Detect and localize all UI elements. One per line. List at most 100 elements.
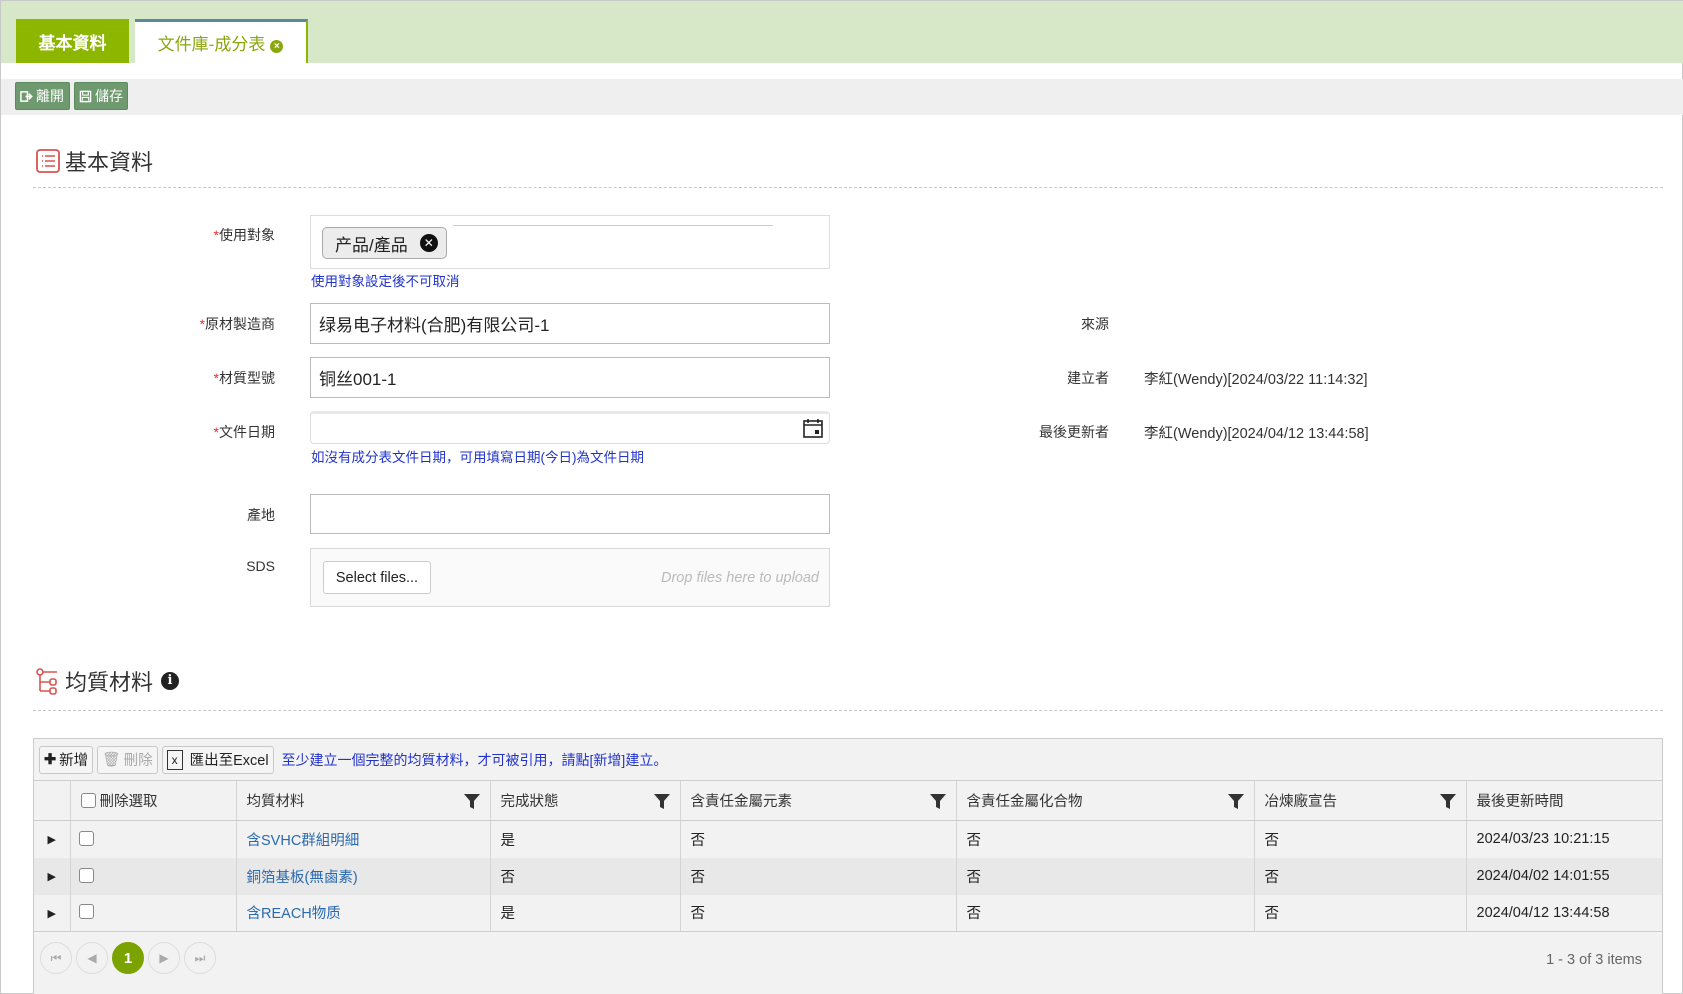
row-checkbox[interactable] — [78, 830, 94, 846]
tab-basic-info[interactable]: 基本資料 — [16, 19, 129, 63]
input-line — [453, 225, 773, 226]
updated-cell: 2024/04/02 14:01:55 — [1465, 857, 1662, 895]
filter-icon[interactable] — [1439, 793, 1456, 809]
table-header-row: 刪除選取 均質材料 完成狀態 含責任金屬元素 含責任金屬化合物 冶煉廠宣告 最後… — [34, 780, 1662, 821]
toolbar: 離開 儲存 — [1, 79, 1683, 115]
expand-row-icon[interactable]: ▶ — [48, 871, 56, 883]
row-checkbox[interactable] — [78, 904, 94, 920]
complete-cell: 是 — [489, 894, 680, 932]
smelter-cell: 否 — [1253, 820, 1466, 858]
info-icon[interactable]: i — [161, 672, 180, 690]
smelter-cell: 否 — [1253, 857, 1466, 895]
materials-table: 刪除選取 均質材料 完成狀態 含責任金屬元素 含責任金屬化合物 冶煉廠宣告 最後… — [34, 780, 1662, 932]
complete-cell: 是 — [489, 820, 680, 858]
column-header-delete-select[interactable]: 刪除選取 — [69, 780, 236, 821]
materials-grid: ✚ 新增 🗑 刪除 x 匯出至Excel 至少建立一個完整的均質材料，才可被引用，請點… — [33, 738, 1663, 994]
table-row: ▶ 銅箔基板(無鹵素) 否 否 否 否 2024/04/02 14:01:55 — [34, 857, 1662, 895]
updater-label: 最後更新者 — [1039, 424, 1109, 440]
divider — [33, 710, 1663, 711]
pager-info: 1 - 3 of 3 items — [1546, 952, 1642, 968]
calendar-icon[interactable] — [802, 417, 824, 439]
table-row: ▶ 含SVHC群組明細 是 否 否 否 2024/03/23 10:21:15 — [34, 820, 1662, 858]
column-header-complete[interactable]: 完成狀態 — [489, 780, 680, 821]
excel-icon: x — [166, 749, 183, 770]
select-all-checkbox[interactable] — [80, 793, 96, 808]
doc-date-picker[interactable] — [310, 411, 830, 444]
target-tag: 产品/產品 ✕ — [322, 227, 447, 259]
complete-cell: 否 — [489, 857, 680, 895]
creator-value: 李紅(Wendy)[2024/03/22 11:14:32] — [1144, 372, 1368, 388]
updated-cell: 2024/04/12 13:44:58 — [1465, 894, 1662, 932]
delete-button[interactable]: 🗑 刪除 — [97, 745, 158, 774]
metal-compound-cell: 否 — [955, 894, 1254, 932]
origin-input[interactable] — [310, 494, 830, 534]
target-label: *使用對象 — [213, 227, 275, 243]
expand-column-header — [34, 780, 70, 821]
metal-element-cell: 否 — [679, 894, 956, 932]
row-checkbox[interactable] — [78, 867, 94, 883]
metal-element-cell: 否 — [679, 857, 956, 895]
grid-note: 至少建立一個完整的均質材料，才可被引用，請點[新增]建立。 — [281, 751, 668, 768]
list-icon — [36, 149, 60, 173]
divider — [33, 187, 1663, 188]
save-button[interactable]: 儲存 — [74, 82, 128, 110]
expand-row-icon[interactable]: ▶ — [48, 834, 56, 846]
pager: ⏮ ◀ 1 ▶ ⏭ 1 - 3 of 3 items — [34, 934, 1662, 984]
page-button-current[interactable]: 1 — [112, 942, 144, 974]
tab-document-library[interactable]: 文件庫-成分表 × — [135, 19, 308, 63]
doc-date-hint: 如沒有成分表文件日期，可用填寫日期(今日)為文件日期 — [311, 450, 644, 465]
first-page-button[interactable]: ⏮ — [40, 942, 72, 974]
drop-zone-text[interactable]: Drop files here to upload — [661, 570, 819, 586]
material-link[interactable]: 含REACH物质 — [247, 906, 341, 922]
last-page-button[interactable]: ⏭ — [184, 942, 216, 974]
plus-icon: ✚ — [44, 751, 57, 768]
material-model-input[interactable]: 铜丝001-1 — [310, 357, 830, 398]
material-link[interactable]: 含SVHC群組明細 — [247, 833, 360, 849]
select-files-button[interactable]: Select files... — [323, 561, 431, 594]
column-header-metal-element[interactable]: 含責任金屬元素 — [679, 780, 956, 821]
export-excel-button[interactable]: x 匯出至Excel — [161, 745, 274, 774]
section-header-basic: 基本資料 — [35, 145, 153, 177]
section-header-materials: 均質材料 i — [35, 665, 180, 697]
creator-label: 建立者 — [1067, 370, 1109, 386]
add-button[interactable]: ✚ 新增 — [39, 745, 94, 774]
section-title: 基本資料 — [65, 150, 154, 175]
prev-page-button[interactable]: ◀ — [76, 942, 108, 974]
column-header-updated[interactable]: 最後更新時間 — [1465, 780, 1662, 821]
save-icon — [79, 90, 92, 102]
filter-icon[interactable] — [653, 793, 670, 809]
sds-upload: Select files... Drop files here to uploa… — [310, 548, 830, 607]
next-page-button[interactable]: ▶ — [148, 942, 180, 974]
origin-label: 產地 — [247, 507, 275, 523]
smelter-cell: 否 — [1253, 894, 1466, 932]
metal-compound-cell: 否 — [955, 820, 1254, 858]
column-header-smelter[interactable]: 冶煉廠宣告 — [1253, 780, 1466, 821]
filter-icon[interactable] — [463, 793, 480, 809]
filter-icon[interactable] — [929, 793, 946, 809]
column-header-metal-compound[interactable]: 含責任金屬化合物 — [955, 780, 1254, 821]
trash-icon: 🗑 — [102, 752, 121, 768]
manufacturer-input[interactable]: 绿易电子材料(合肥)有限公司-1 — [310, 303, 830, 344]
section-title: 均質材料 — [65, 670, 154, 695]
updated-cell: 2024/03/23 10:21:15 — [1465, 820, 1662, 858]
tab-label: 基本資料 — [38, 33, 107, 53]
doc-date-label: *文件日期 — [213, 424, 275, 440]
target-multiselect[interactable]: 产品/產品 ✕ — [310, 215, 830, 269]
material-model-label: *材質型號 — [213, 370, 275, 386]
close-tab-icon[interactable]: × — [270, 40, 284, 53]
column-header-material[interactable]: 均質材料 — [235, 780, 490, 821]
metal-compound-cell: 否 — [955, 857, 1254, 895]
sign-out-icon — [20, 90, 33, 102]
target-hint: 使用對象設定後不可取消 — [311, 274, 460, 289]
material-link[interactable]: 銅箔基板(無鹵素) — [247, 870, 358, 886]
save-label: 儲存 — [95, 88, 123, 104]
source-label: 來源 — [1081, 316, 1109, 332]
expand-row-icon[interactable]: ▶ — [48, 908, 56, 920]
exit-label: 離開 — [36, 88, 64, 104]
exit-button[interactable]: 離開 — [15, 82, 70, 110]
remove-tag-icon[interactable]: ✕ — [419, 234, 438, 252]
filter-icon[interactable] — [1227, 793, 1244, 809]
tab-bar: 基本資料 文件庫-成分表 × — [1, 1, 1683, 63]
tag-label: 产品/產品 — [335, 235, 408, 255]
hierarchy-icon — [36, 668, 57, 695]
